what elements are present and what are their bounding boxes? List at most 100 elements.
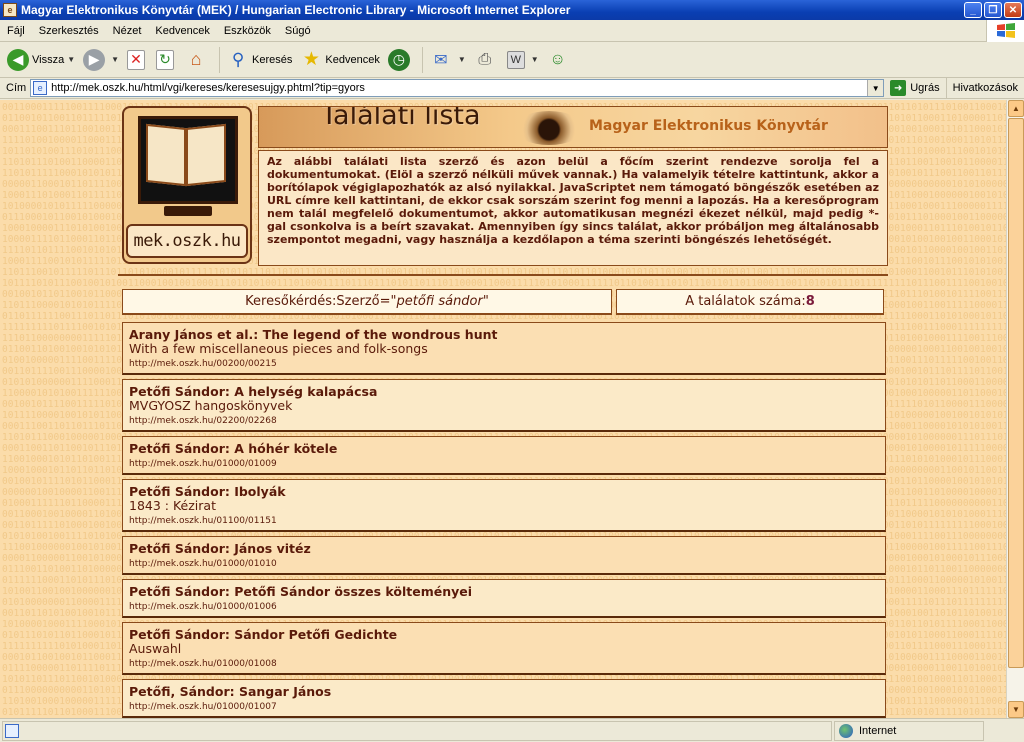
menu-edit[interactable]: Szerkesztés — [32, 25, 106, 37]
result-item[interactable]: Petőfi Sándor: Petőfi Sándor összes költ… — [122, 579, 886, 618]
favorites-button[interactable]: ★ Kedvencek — [297, 45, 382, 75]
query-row: Keresőkérdés: Szerző = "petőfi sándor" A… — [122, 289, 886, 315]
result-title[interactable]: Petőfi Sándor: János vitéz — [129, 541, 879, 556]
favorites-label: Kedvencek — [325, 53, 380, 66]
toolbar-separator — [421, 46, 423, 73]
query-field: Szerző — [336, 294, 380, 309]
mail-dropdown-icon[interactable]: ▼ — [458, 55, 466, 64]
book-right-page — [186, 123, 226, 187]
menu-help[interactable]: Súgó — [278, 25, 318, 37]
scroll-down-icon[interactable]: ▼ — [1008, 701, 1024, 718]
minimize-button[interactable]: _ — [964, 2, 982, 18]
refresh-button[interactable]: ↻ — [153, 45, 180, 75]
result-url[interactable]: http://mek.oszk.hu/01000/01006 — [129, 601, 879, 613]
status-main — [2, 720, 832, 741]
address-bar: Cím e http://mek.oszk.hu/html/vgi/kerese… — [0, 77, 1024, 99]
edit-button[interactable]: W ▼ — [504, 45, 542, 75]
forward-button[interactable]: ▶ ▼ — [80, 45, 122, 75]
forward-arrow-icon: ▶ — [83, 48, 106, 71]
title-bar[interactable]: e Magyar Elektronikus Könyvtár (MEK) / H… — [0, 0, 1024, 20]
result-item[interactable]: Petőfi Sándor: A helység kalapácsa MVGYO… — [122, 379, 886, 432]
ie-page-icon: e — [3, 3, 17, 17]
logo-text: mek.oszk.hu — [126, 224, 248, 258]
monitor-stand — [164, 206, 212, 216]
address-input[interactable]: e http://mek.oszk.hu/html/vgi/kereses/ke… — [30, 79, 885, 97]
menu-tools[interactable]: Eszközök — [217, 25, 278, 37]
vertical-scrollbar[interactable]: ▲ ▼ — [1006, 100, 1024, 718]
query-box: Keresőkérdés: Szerző = "petőfi sándor" — [122, 289, 612, 315]
stop-icon: ✕ — [127, 49, 146, 70]
divider — [118, 274, 888, 276]
menu-view[interactable]: Nézet — [106, 25, 149, 37]
result-title[interactable]: Petőfi Sándor: A hóhér kötele — [129, 441, 879, 456]
result-subtitle: Auswahl — [129, 641, 182, 656]
globe-icon — [839, 723, 853, 738]
address-url[interactable]: http://mek.oszk.hu/html/vgi/kereses/kere… — [51, 82, 365, 94]
mail-icon: ✉ — [434, 51, 448, 69]
result-item[interactable]: Petőfi Sándor: János vitéz http://mek.os… — [122, 536, 886, 575]
scroll-up-icon[interactable]: ▲ — [1008, 100, 1024, 117]
result-title[interactable]: Petőfi Sándor: Petőfi Sándor összes költ… — [129, 584, 879, 599]
mail-button[interactable]: ✉ ▼ — [427, 45, 469, 75]
print-button[interactable]: ⎙ — [471, 45, 502, 75]
result-url[interactable]: http://mek.oszk.hu/01000/01009 — [129, 458, 879, 470]
home-icon: ⌂ — [190, 49, 202, 69]
history-button[interactable]: ◷ — [385, 45, 416, 75]
result-title[interactable]: Petőfi, Sándor: Sangar János — [129, 684, 879, 699]
result-title[interactable]: Petőfi Sándor: A helység kalapácsa — [129, 384, 879, 399]
back-button[interactable]: ◀ Vissza ▼ — [4, 45, 78, 75]
status-bar: Internet — [0, 718, 1024, 742]
toolbar-separator — [219, 46, 221, 73]
back-dropdown-icon[interactable]: ▼ — [67, 55, 75, 64]
star-icon: ★ — [302, 49, 320, 70]
results-list: Arany János et al.: The legend of the wo… — [122, 322, 886, 718]
result-item[interactable]: Petőfi Sándor: A hóhér kötele http://mek… — [122, 436, 886, 475]
go-arrow-icon: ➜ — [890, 80, 907, 96]
close-button[interactable]: ✕ — [1004, 2, 1022, 18]
stop-button[interactable]: ✕ — [124, 45, 151, 75]
printer-icon: ⎙ — [478, 50, 492, 68]
banner: Találati lista Magyar Elektronikus Könyv… — [258, 106, 888, 148]
go-button[interactable]: ➜ Ugrás — [884, 80, 945, 96]
page-icon: e — [33, 81, 48, 95]
search-icon: ⚲ — [231, 49, 245, 69]
eye-decoration — [514, 111, 584, 145]
messenger-button[interactable]: ☺ — [544, 45, 575, 75]
intro-text: Az alábbi találati lista szerző és azon … — [258, 150, 888, 266]
result-item[interactable]: Petőfi Sándor: Ibolyák 1843 : Kézirat ht… — [122, 479, 886, 532]
search-button[interactable]: ⚲ Keresés — [224, 45, 295, 75]
query-label: Keresőkérdés: — [245, 294, 337, 309]
result-url[interactable]: http://mek.oszk.hu/02200/02268 — [129, 415, 879, 427]
address-label: Cím — [6, 82, 27, 94]
result-title[interactable]: Petőfi Sándor: Ibolyák — [129, 484, 879, 499]
result-subtitle: With a few miscellaneous pieces and folk… — [129, 341, 428, 356]
banner-subtitle: Magyar Elektronikus Könyvtár — [589, 118, 828, 134]
home-button[interactable]: ⌂ — [182, 45, 213, 75]
mek-logo[interactable]: mek.oszk.hu — [122, 106, 252, 264]
result-item[interactable]: Petőfi, Sándor: Sangar János http://mek.… — [122, 679, 886, 718]
menu-file[interactable]: Fájl — [0, 25, 32, 37]
forward-dropdown-icon[interactable]: ▼ — [111, 55, 119, 64]
browser-viewport: 0011000111110011110001011101111011100001… — [0, 100, 1024, 718]
menu-favorites[interactable]: Kedvencek — [148, 25, 216, 37]
result-item[interactable]: Arany János et al.: The legend of the wo… — [122, 322, 886, 375]
scroll-thumb[interactable] — [1008, 118, 1024, 668]
windows-logo-icon — [986, 20, 1024, 42]
result-url[interactable]: http://mek.oszk.hu/01100/01151 — [129, 515, 879, 527]
go-label: Ugrás — [910, 82, 940, 94]
result-url[interactable]: http://mek.oszk.hu/01000/01008 — [129, 658, 879, 670]
zone-label: Internet — [859, 724, 897, 737]
query-value: "petőfi sándor" — [390, 294, 489, 309]
result-title[interactable]: Arany János et al.: The legend of the wo… — [129, 327, 879, 342]
edit-dropdown-icon[interactable]: ▼ — [531, 55, 539, 64]
result-title[interactable]: Petőfi Sándor: Sándor Petőfi Gedichte — [129, 627, 879, 642]
result-url[interactable]: http://mek.oszk.hu/01000/01007 — [129, 701, 879, 713]
links-button[interactable]: Hivatkozások — [945, 77, 1024, 99]
result-url[interactable]: http://mek.oszk.hu/00200/00215 — [129, 358, 879, 370]
maximize-button[interactable]: ❐ — [984, 2, 1002, 18]
result-url[interactable]: http://mek.oszk.hu/01000/01010 — [129, 558, 879, 570]
result-subtitle: MVGYOSZ hangoskönyvek — [129, 398, 293, 413]
address-dropdown-icon[interactable]: ▼ — [867, 80, 884, 96]
search-label: Keresés — [252, 53, 293, 66]
result-item[interactable]: Petőfi Sándor: Sándor Petőfi Gedichte Au… — [122, 622, 886, 675]
